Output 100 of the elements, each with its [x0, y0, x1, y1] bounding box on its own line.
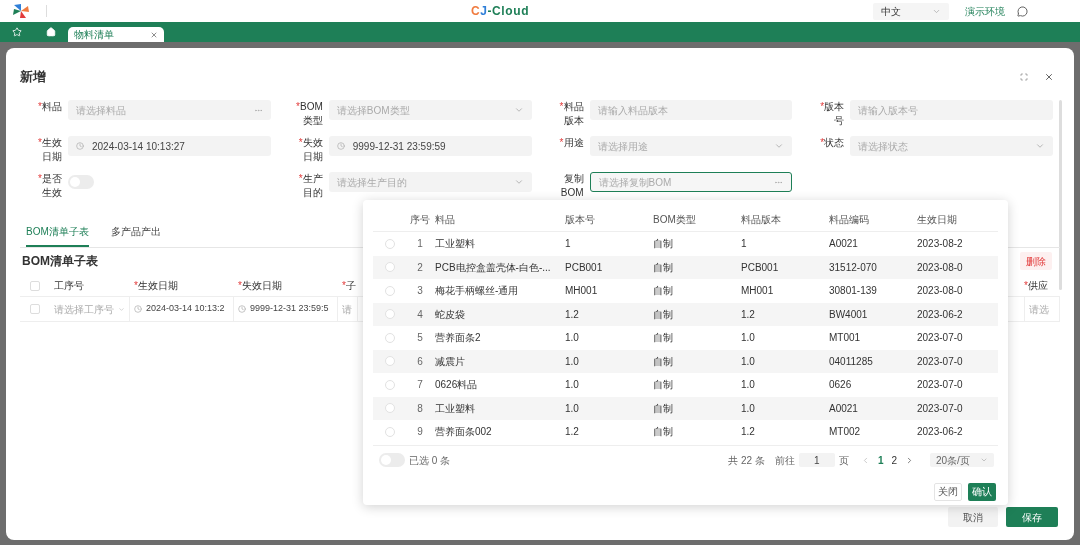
confirm-button[interactable]: 确认 — [968, 482, 996, 501]
table-cell-text: 工业塑料 — [434, 237, 476, 252]
radio-button[interactable] — [385, 238, 395, 249]
page-tab[interactable]: 物料清单 — [68, 27, 164, 42]
table-cell-text: 7 — [416, 378, 424, 393]
selected-count: 已选 0 条 — [409, 453, 452, 468]
star-icon[interactable] — [12, 27, 22, 37]
clock-icon — [238, 305, 246, 313]
field-label: *失效日期 — [297, 136, 323, 164]
field-label: *料品版本 — [558, 100, 584, 128]
checkbox[interactable] — [30, 304, 40, 314]
field-label: *料品 — [37, 100, 62, 114]
delete-button[interactable]: 删除 — [1020, 252, 1052, 270]
checkbox[interactable] — [30, 280, 40, 291]
table-cell-text: 1.0 — [564, 354, 580, 369]
goto-label: 前往 — [774, 453, 795, 468]
page-number[interactable]: 1 — [877, 452, 884, 468]
next-page-icon[interactable] — [905, 455, 914, 465]
table-cell-text: MT001 — [828, 331, 862, 346]
table-cell-text: 1.2 — [564, 425, 580, 440]
table-cell-text: 1.2 — [740, 425, 756, 440]
field-label: *BOM类型 — [295, 100, 323, 128]
radio-button[interactable] — [385, 262, 395, 273]
close-button[interactable]: 关闭 — [934, 482, 962, 501]
date-field[interactable]: 9999-12-31 23:59:59 — [328, 136, 532, 156]
scrollbar[interactable] — [1059, 100, 1062, 290]
table-cell-text: 1.2 — [564, 307, 580, 322]
table-cell-text: 0626料品 — [434, 378, 479, 393]
dialog-title: 新增 — [20, 67, 47, 86]
date-field[interactable]: 9999-12-31 23:59:5 — [234, 297, 338, 321]
pinwheel-logo-icon — [12, 3, 30, 19]
table-cell-text: 1.0 — [564, 401, 580, 416]
table-cell-text: PCB001 — [564, 260, 604, 275]
column-header: 序号 — [409, 213, 431, 227]
table-cell-text: 1 — [564, 237, 572, 252]
table-cell-text: 30801-139 — [828, 284, 878, 299]
table-cell-text: 31512-070 — [828, 260, 878, 275]
column-header: 料品版本 — [740, 213, 782, 227]
table-cell-text: 自制 — [652, 307, 674, 322]
column-header: 工序号 — [53, 279, 85, 293]
radio-button[interactable] — [385, 403, 395, 414]
table-cell-text: 9 — [416, 425, 424, 440]
table-cell-text: 1.0 — [740, 354, 756, 369]
page-size-select[interactable]: 20条/页 — [930, 453, 994, 467]
table-cell-text: 自制 — [652, 425, 674, 440]
close-icon[interactable] — [1044, 71, 1054, 82]
table-cell-text: 蛇皮袋 — [434, 307, 466, 322]
field-label: 复制BOM — [559, 172, 584, 200]
table-cell-text: 2023-07-0 — [916, 354, 964, 369]
chevron-down-icon — [513, 105, 524, 115]
table-cell-text: 1 — [740, 237, 748, 252]
table-cell-text: 自制 — [652, 401, 674, 416]
section-tab[interactable]: BOM清单子表 — [26, 224, 89, 247]
table-cell-text: 1 — [416, 237, 424, 252]
cancel-button[interactable]: 取消 — [948, 507, 998, 527]
table-cell-text: 自制 — [652, 237, 674, 252]
table-cell-text: 2023-06-2 — [916, 307, 964, 322]
save-button[interactable]: 保存 — [1006, 507, 1058, 527]
date-field[interactable]: 2024-03-14 10:13:27 — [68, 136, 271, 156]
date-field[interactable]: 2024-03-14 10:13:2 — [130, 297, 234, 321]
page-number[interactable]: 2 — [891, 452, 897, 468]
table-cell-text: 6 — [416, 354, 424, 369]
radio-button[interactable] — [385, 309, 395, 320]
fullscreen-icon[interactable] — [1020, 72, 1028, 81]
table-cell-text: 2023-08-2 — [916, 237, 964, 252]
column-header: BOM类型 — [652, 213, 697, 227]
radio-button[interactable] — [385, 332, 395, 343]
table-cell-text: 营养面条2 — [434, 331, 482, 346]
table-cell-text: PCB电控盒盖壳体-白色-... — [434, 260, 552, 275]
radio-button[interactable] — [385, 285, 395, 296]
home-icon[interactable] — [46, 27, 56, 37]
radio-button[interactable] — [385, 426, 395, 437]
section-tab[interactable]: 多产品产出 — [110, 224, 161, 247]
table-cell-text: 2023-07-0 — [916, 331, 964, 346]
field-label: *用途 — [558, 136, 584, 150]
table-cell-text: 5 — [416, 331, 424, 346]
table-cell-text: 自制 — [652, 331, 674, 346]
close-icon[interactable] — [150, 30, 158, 39]
radio-button[interactable] — [385, 379, 395, 390]
total-count: 共 22 条 — [728, 453, 765, 468]
table-cell-text: 1.0 — [564, 378, 580, 393]
table-cell-text: MH001 — [564, 284, 599, 299]
chevron-down-icon — [980, 456, 988, 464]
app-logo: CJ-Cloud — [470, 3, 530, 20]
page-input[interactable]: 1 — [798, 453, 835, 467]
table-cell-text: 自制 — [652, 284, 674, 299]
table-cell-text: 04011285 — [828, 354, 874, 369]
page-unit: 页 — [838, 453, 849, 468]
table-cell-text: 1.0 — [740, 331, 756, 346]
language-select[interactable]: 中文 — [873, 2, 949, 20]
environment-link[interactable]: 演示环境 — [965, 3, 1005, 19]
table-cell-text: 3 — [416, 284, 424, 299]
table-cell-text: 自制 — [652, 378, 674, 393]
table-cell-text: MT002 — [828, 425, 862, 440]
chevron-down-icon — [1035, 141, 1045, 151]
field-label: *版本号 — [819, 100, 845, 128]
radio-button[interactable] — [385, 356, 395, 367]
message-icon[interactable] — [1017, 5, 1028, 17]
column-header: *子 — [341, 279, 357, 293]
table-cell-text: 2023-07-0 — [916, 401, 964, 416]
